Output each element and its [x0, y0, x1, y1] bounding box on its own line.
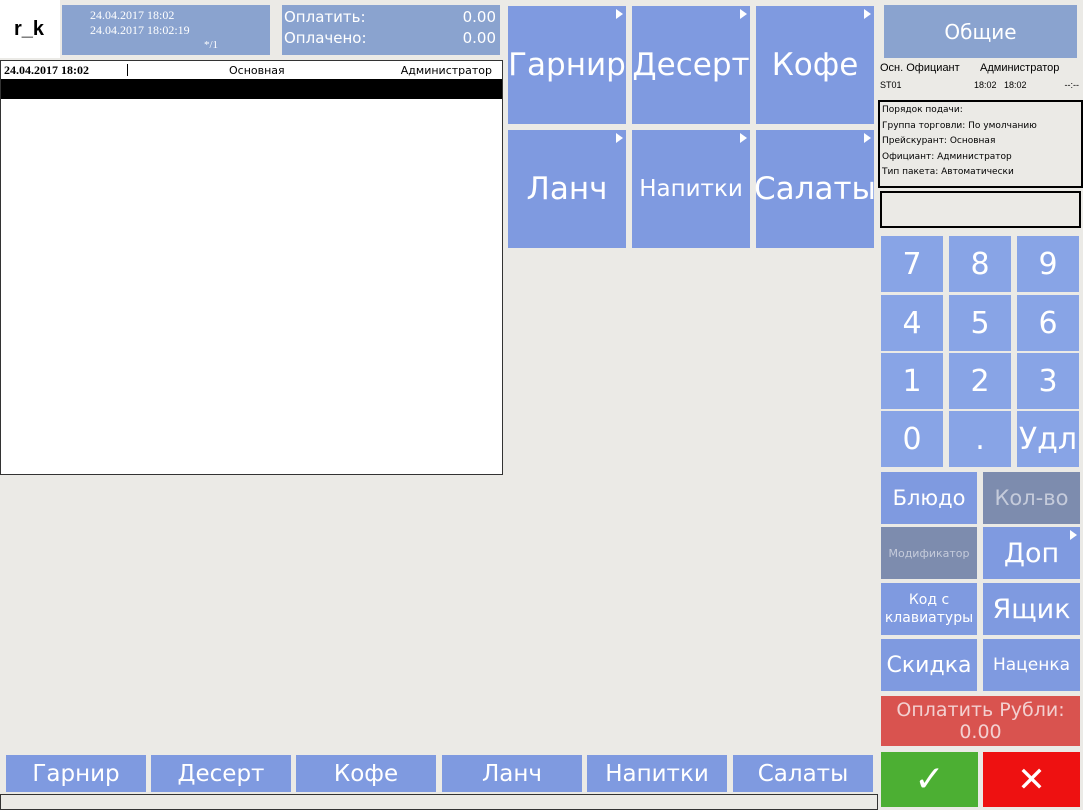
to-pay-value: 0.00 [462, 8, 496, 26]
keyboard-code-button[interactable]: Код с клавиатуры [881, 583, 977, 635]
info-header: Осн. Официант Администратор ST01 18:02 1… [880, 62, 1079, 90]
info-line: Официант: Администратор [882, 151, 1012, 162]
submenu-arrow-icon [616, 9, 623, 19]
numpad-key-dot[interactable]: . [949, 411, 1011, 467]
submenu-arrow-icon [864, 133, 871, 143]
numpad-key-5[interactable]: 5 [949, 295, 1011, 351]
submenu-arrow-icon [1070, 530, 1077, 540]
extra-button[interactable]: Доп [983, 527, 1080, 579]
bottom-tab-lunch[interactable]: Ланч [442, 755, 582, 792]
time-opened: 24.04.2017 18:02 [90, 8, 175, 22]
numpad-key-0[interactable]: 0 [881, 411, 943, 467]
logo: r_k [0, 0, 60, 58]
close-icon: ✕ [1017, 759, 1046, 800]
general-button[interactable]: Общие [884, 5, 1077, 58]
info-line: Группа торговли: По умолчанию [882, 120, 1037, 131]
bottom-tab-drinks[interactable]: Напитки [587, 755, 727, 792]
order-waiter: Администратор [400, 64, 492, 77]
time-current: 24.04.2017 18:02:19 [90, 23, 190, 37]
dish-button[interactable]: Блюдо [881, 472, 977, 524]
category-coffee[interactable]: Кофе [756, 6, 874, 124]
order-info-box: Порядок подачи: Группа торговли: По умол… [878, 100, 1083, 188]
order-price-list: Основная [229, 64, 285, 77]
order-date: 24.04.2017 18:02 [4, 63, 89, 77]
submenu-arrow-icon [740, 133, 747, 143]
drawer-button[interactable]: Ящик [983, 583, 1080, 635]
pay-rubles-button[interactable]: Оплатить Рубли: 0.00 [881, 696, 1080, 746]
numpad-key-delete[interactable]: Удл [1017, 411, 1079, 467]
discount-button[interactable]: Скидка [881, 639, 977, 691]
category-dessert[interactable]: Десерт [632, 6, 750, 124]
cancel-button[interactable]: ✕ [983, 752, 1080, 807]
checkmark-icon: ✓ [914, 759, 945, 800]
submenu-arrow-icon [740, 9, 747, 19]
bottom-tab-dessert[interactable]: Десерт [151, 755, 291, 792]
category-garnish[interactable]: Гарнир [508, 6, 626, 124]
info-line: Порядок подачи: [882, 105, 963, 115]
paid-label: Оплачено: [284, 29, 367, 47]
numpad-key-7[interactable]: 7 [881, 236, 943, 292]
numpad-key-1[interactable]: 1 [881, 353, 943, 409]
info-line: Прейскурант: Основная [882, 136, 996, 147]
logo-text: r_k [14, 18, 45, 40]
submenu-arrow-icon [616, 133, 623, 143]
code-input[interactable] [880, 191, 1081, 228]
category-salads[interactable]: Салаты [754, 130, 876, 248]
quantity-button[interactable]: Кол-во [983, 472, 1080, 524]
modifier-button[interactable]: Модификатор [881, 527, 977, 579]
guest-count: */1 [203, 39, 218, 51]
confirm-button[interactable]: ✓ [881, 752, 978, 807]
status-bar [0, 794, 878, 810]
numpad-key-3[interactable]: 3 [1017, 353, 1079, 409]
to-pay-label: Оплатить: [284, 8, 366, 26]
order-list[interactable]: 24.04.2017 18:02 Основная Администратор [0, 60, 503, 475]
markup-button[interactable]: Наценка [983, 639, 1080, 691]
order-date-divider [127, 64, 128, 76]
numpad-key-2[interactable]: 2 [949, 353, 1011, 409]
numpad-key-4[interactable]: 4 [881, 295, 943, 351]
selected-row[interactable] [1, 79, 502, 99]
info-line: Тип пакета: Автоматически [882, 167, 1014, 178]
order-time-panel: 24.04.2017 18:02 24.04.2017 18:02:19 */1 [62, 5, 270, 55]
paid-value: 0.00 [462, 29, 496, 47]
submenu-arrow-icon [864, 9, 871, 19]
totals-panel: Оплатить: 0.00 Оплачено: 0.00 [282, 5, 500, 55]
numpad-key-8[interactable]: 8 [949, 236, 1011, 292]
category-drinks[interactable]: Напитки [632, 130, 750, 248]
category-lunch[interactable]: Ланч [508, 130, 626, 248]
order-header-row: 24.04.2017 18:02 Основная Администратор [1, 62, 502, 78]
numpad-key-9[interactable]: 9 [1017, 236, 1079, 292]
bottom-tab-coffee[interactable]: Кофе [296, 755, 436, 792]
bottom-tab-garnish[interactable]: Гарнир [6, 755, 146, 792]
bottom-tab-salads[interactable]: Салаты [733, 755, 873, 792]
numpad-key-6[interactable]: 6 [1017, 295, 1079, 351]
